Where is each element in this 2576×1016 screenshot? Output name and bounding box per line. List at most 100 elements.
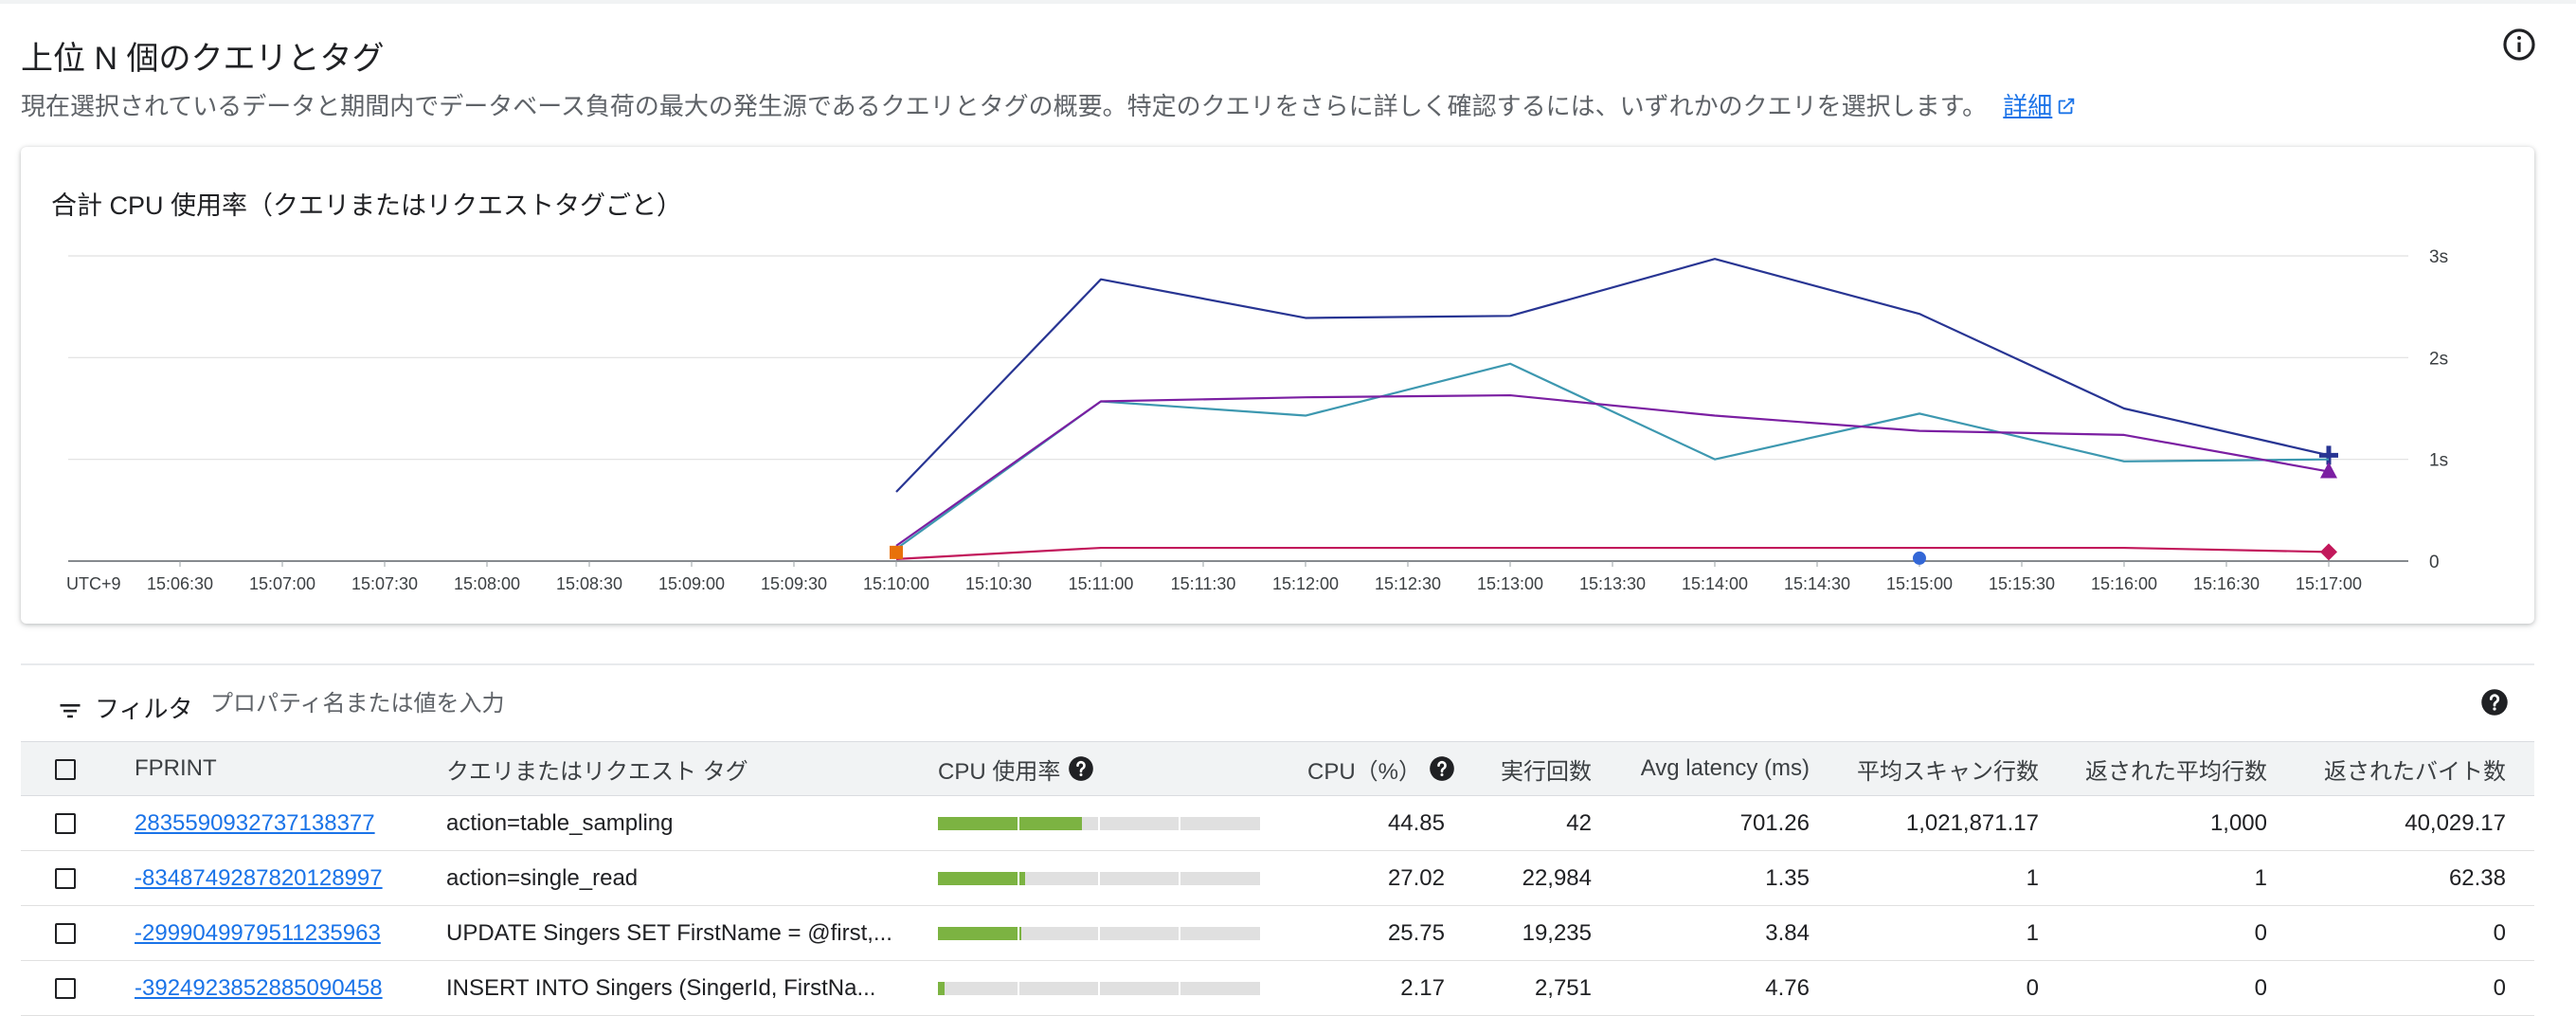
column-header-cpu-usage[interactable]: CPU 使用率 (938, 741, 1307, 796)
cpu-percent-header-label: CPU（%） (1307, 758, 1422, 785)
fprint-link[interactable]: 2835590932737138377 (135, 810, 375, 836)
series-line (895, 546, 2330, 560)
x-tick-label: 15:07:00 (249, 574, 315, 593)
top-divider (0, 0, 2576, 4)
query-table-section: フィルタ FPRINT クエリまたはリクエスト タグ CPU 使用率 CPU（%… (21, 663, 2534, 1016)
cpu-percent-value: 2.17 (1307, 960, 1473, 1016)
query-text: action=table_sampling (446, 795, 938, 851)
bar-segment (1098, 926, 1100, 940)
x-tick-label: 15:11:00 (1069, 574, 1134, 593)
table-row[interactable]: -3924923852885090458 INSERT INTO Singers… (21, 960, 2534, 1016)
table-row[interactable]: -2999049979511235963 UPDATE Singers SET … (21, 905, 2534, 961)
column-header-exec-count[interactable]: 実行回数 (1473, 741, 1620, 796)
x-tick-label: 15:10:00 (863, 574, 929, 593)
series-line (895, 258, 2330, 493)
fprint-link[interactable]: -8348749287820128997 (135, 865, 383, 891)
column-header-fprint[interactable]: FPRINT (135, 741, 446, 796)
bar-segment (1018, 981, 1019, 995)
bar-segment (1018, 926, 1019, 940)
avg-latency-value: 3.84 (1620, 905, 1838, 961)
x-tick-label: 15:13:30 (1579, 574, 1646, 593)
bar-segment (1179, 981, 1180, 995)
cpu-usage-bar-fill (938, 926, 1021, 940)
filter-input[interactable] (208, 682, 1065, 726)
select-all-checkbox[interactable] (55, 758, 76, 780)
x-tick-label: 15:08:00 (454, 574, 520, 593)
query-text: UPDATE Singers SET FirstName = @first,..… (446, 905, 938, 961)
query-text: action=single_read (446, 850, 938, 906)
details-link[interactable]: 詳細 (2003, 92, 2077, 120)
avg-returned-value: 1 (2067, 850, 2296, 906)
series-end-marker (1913, 551, 1926, 565)
cpu-percent-value: 25.75 (1307, 905, 1473, 961)
bytes-returned-value: 62.38 (2296, 850, 2534, 906)
avg-latency-value: 701.26 (1620, 795, 1838, 851)
x-tick-label: 15:06:30 (147, 574, 213, 593)
description-text: 現在選択されているデータと期間内でデータベース負荷の最大の発生源であるクエリとタ… (21, 92, 1988, 120)
info-icon[interactable] (2501, 27, 2537, 63)
x-tick-label: 15:07:30 (351, 574, 418, 593)
x-tick-label: 15:09:00 (658, 574, 725, 593)
column-header-query[interactable]: クエリまたはリクエスト タグ (446, 741, 938, 796)
cpu-chart-card: 合計 CPU 使用率（クエリまたはリクエストタグごと） 0 1s 2s 3s UTC+9… (21, 147, 2534, 624)
x-tick-label: UTC+9 (66, 574, 121, 593)
avg-latency-value: 4.76 (1620, 960, 1838, 1016)
fprint-link[interactable]: -2999049979511235963 (135, 920, 381, 946)
bar-segment (1098, 871, 1100, 885)
avg-latency-value: 1.35 (1620, 850, 1838, 906)
y-tick-label: 2s (2429, 349, 2448, 369)
bar-segment (1179, 926, 1180, 940)
avg-scanned-value: 1 (1838, 905, 2067, 961)
help-icon[interactable] (1068, 755, 1094, 782)
table-row[interactable]: -8348749287820128997 action=single_read … (21, 850, 2534, 906)
top-queries-table: FPRINT クエリまたはリクエスト タグ CPU 使用率 CPU（%） 実行回… (21, 741, 2534, 1016)
x-tick-label: 15:16:00 (2091, 574, 2157, 593)
fprint-link[interactable]: -3924923852885090458 (135, 975, 383, 1001)
row-checkbox[interactable] (55, 868, 76, 890)
table-row[interactable]: 2835590932737138377 action=table_samplin… (21, 795, 2534, 851)
exec-count-value: 2,751 (1473, 960, 1620, 1016)
x-tick-label: 15:09:30 (761, 574, 827, 593)
cpu-percent-value: 27.02 (1307, 850, 1473, 906)
help-icon[interactable] (2480, 688, 2509, 717)
cpu-usage-bar (938, 871, 1260, 885)
x-tick-label: 15:11:30 (1171, 574, 1236, 593)
cpu-usage-bar-fill (938, 816, 1083, 830)
exec-count-value: 19,235 (1473, 905, 1620, 961)
series-end-marker (2319, 445, 2338, 465)
bytes-returned-value: 40,029.17 (2296, 795, 2534, 851)
y-tick-label: 0 (2429, 553, 2440, 572)
column-header-cpu-percent[interactable]: CPU（%） (1307, 741, 1473, 796)
query-text: INSERT INTO Singers (SingerId, FirstNa..… (446, 960, 938, 1016)
row-checkbox[interactable] (55, 978, 76, 1000)
x-tick-label: 15:15:00 (1886, 574, 1953, 593)
series-end-marker (2320, 543, 2337, 561)
column-header-bytes-returned[interactable]: 返されたバイト数 (2296, 741, 2534, 796)
x-tick-label: 15:15:30 (1989, 574, 2055, 593)
filter-icon[interactable] (57, 698, 83, 724)
column-header-avg-scanned[interactable]: 平均スキャン行数 (1838, 741, 2067, 796)
page-title: 上位 N 個のクエリとタグ (21, 41, 385, 77)
series-end-marker (890, 545, 903, 559)
cpu-usage-bar-fill (938, 871, 1025, 885)
avg-returned-value: 0 (2067, 960, 2296, 1016)
cpu-usage-bar (938, 981, 1260, 995)
x-tick-label: 15:16:30 (2193, 574, 2260, 593)
section-divider (21, 663, 2534, 665)
bar-segment (1018, 871, 1019, 885)
help-icon[interactable] (1429, 755, 1455, 782)
bar-segment (1098, 816, 1100, 830)
exec-count-value: 22,984 (1473, 850, 1620, 906)
row-checkbox[interactable] (55, 923, 76, 945)
column-header-avg-latency[interactable]: Avg latency (ms) (1620, 741, 1838, 796)
exec-count-value: 42 (1473, 795, 1620, 851)
cpu-usage-bar-fill (938, 981, 946, 995)
column-header-avg-returned[interactable]: 返された平均行数 (2067, 741, 2296, 796)
cpu-percent-value: 44.85 (1307, 795, 1473, 851)
details-link-label[interactable]: 詳細 (2003, 92, 2052, 120)
row-checkbox[interactable] (55, 813, 76, 835)
x-tick-label: 15:12:00 (1272, 574, 1339, 593)
x-tick-label: 15:10:30 (965, 574, 1032, 593)
x-tick-label: 15:12:30 (1375, 574, 1441, 593)
cpu-usage-bar (938, 926, 1260, 940)
